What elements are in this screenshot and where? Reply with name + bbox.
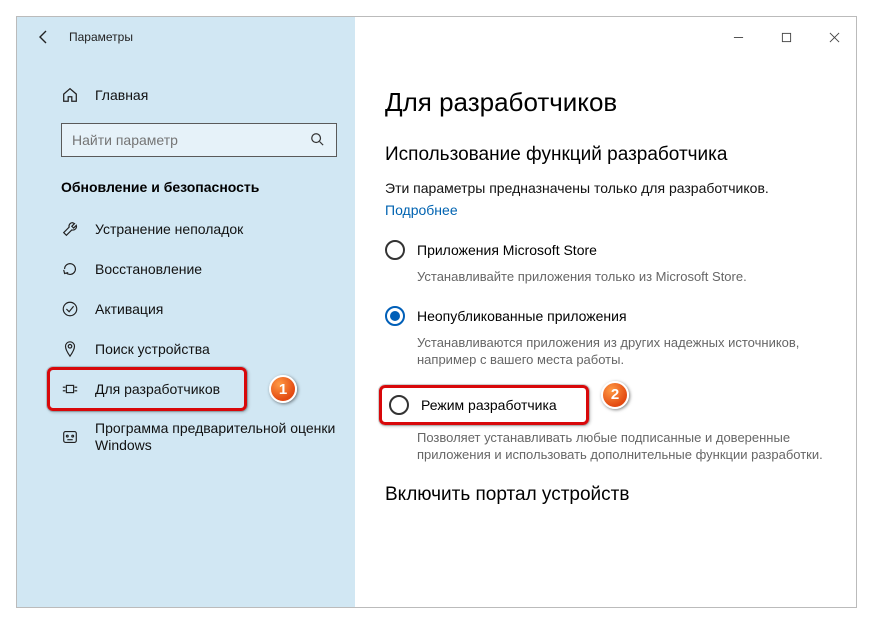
minimize-button[interactable] [724, 23, 752, 51]
settings-window: Параметры Главная Обнов [16, 16, 857, 608]
developer-icon [61, 380, 79, 398]
sidebar-item-label: Для разработчиков [95, 381, 220, 397]
radio-option-store[interactable]: Приложения Microsoft Store [385, 240, 826, 260]
main-content: Для разработчиков Использование функций … [355, 17, 856, 607]
page-title: Для разработчиков [385, 87, 826, 118]
home-icon [61, 86, 79, 104]
annotation-badge-1: 1 [269, 375, 297, 403]
annotation-badge-2: 2 [601, 381, 629, 409]
radio-icon [389, 395, 409, 415]
radio-description: Устанавливайте приложения только из Micr… [417, 268, 826, 286]
sidebar-item-home[interactable]: Главная [17, 75, 355, 115]
sidebar-item-label: Восстановление [95, 261, 202, 277]
sidebar-nav-list: Устранение неполадок Восстановление Акти… [17, 209, 355, 465]
sidebar-item-find-device[interactable]: Поиск устройства [17, 329, 355, 369]
radio-option-sideload[interactable]: Неопубликованные приложения [385, 306, 826, 326]
sidebar-item-label: Активация [95, 301, 163, 317]
radio-description: Позволяет устанавливать любые подписанны… [417, 429, 826, 464]
learn-more-link[interactable]: Подробнее [385, 202, 458, 218]
radio-description: Устанавливаются приложения из других над… [417, 334, 826, 369]
close-button[interactable] [820, 23, 848, 51]
search-box[interactable] [61, 123, 337, 157]
sidebar-item-label: Устранение неполадок [95, 221, 243, 237]
sidebar: Главная Обновление и безопасность Устран… [17, 17, 355, 607]
recovery-icon [61, 260, 79, 278]
titlebar: Параметры [17, 17, 856, 57]
search-input[interactable] [72, 132, 310, 148]
sidebar-item-troubleshoot[interactable]: Устранение неполадок [17, 209, 355, 249]
radio-icon [385, 240, 405, 260]
radio-label: Режим разработчика [421, 397, 557, 413]
maximize-button[interactable] [772, 23, 800, 51]
sidebar-item-label: Поиск устройства [95, 341, 210, 357]
section-title-device-portal: Включить портал устройств [385, 484, 826, 506]
radio-label: Приложения Microsoft Store [417, 242, 597, 258]
radio-icon-selected [385, 306, 405, 326]
window-title: Параметры [69, 30, 133, 44]
sidebar-item-label: Программа предварительной оценки Windows [95, 420, 337, 454]
location-icon [61, 340, 79, 358]
sidebar-item-activation[interactable]: Активация [17, 289, 355, 329]
back-button[interactable] [35, 28, 53, 46]
section-description: Эти параметры предназначены только для р… [385, 180, 826, 196]
wrench-icon [61, 220, 79, 238]
sidebar-item-label: Главная [95, 87, 148, 103]
sidebar-item-insider[interactable]: Программа предварительной оценки Windows [17, 409, 355, 465]
section-title-dev-features: Использование функций разработчика [385, 144, 826, 166]
search-icon [310, 132, 326, 148]
radio-label: Неопубликованные приложения [417, 308, 627, 324]
sidebar-item-developers[interactable]: Для разработчиков 1 [17, 369, 355, 409]
sidebar-category: Обновление и безопасность [17, 179, 355, 209]
check-circle-icon [61, 300, 79, 318]
sidebar-item-recovery[interactable]: Восстановление [17, 249, 355, 289]
insider-icon [61, 428, 79, 446]
